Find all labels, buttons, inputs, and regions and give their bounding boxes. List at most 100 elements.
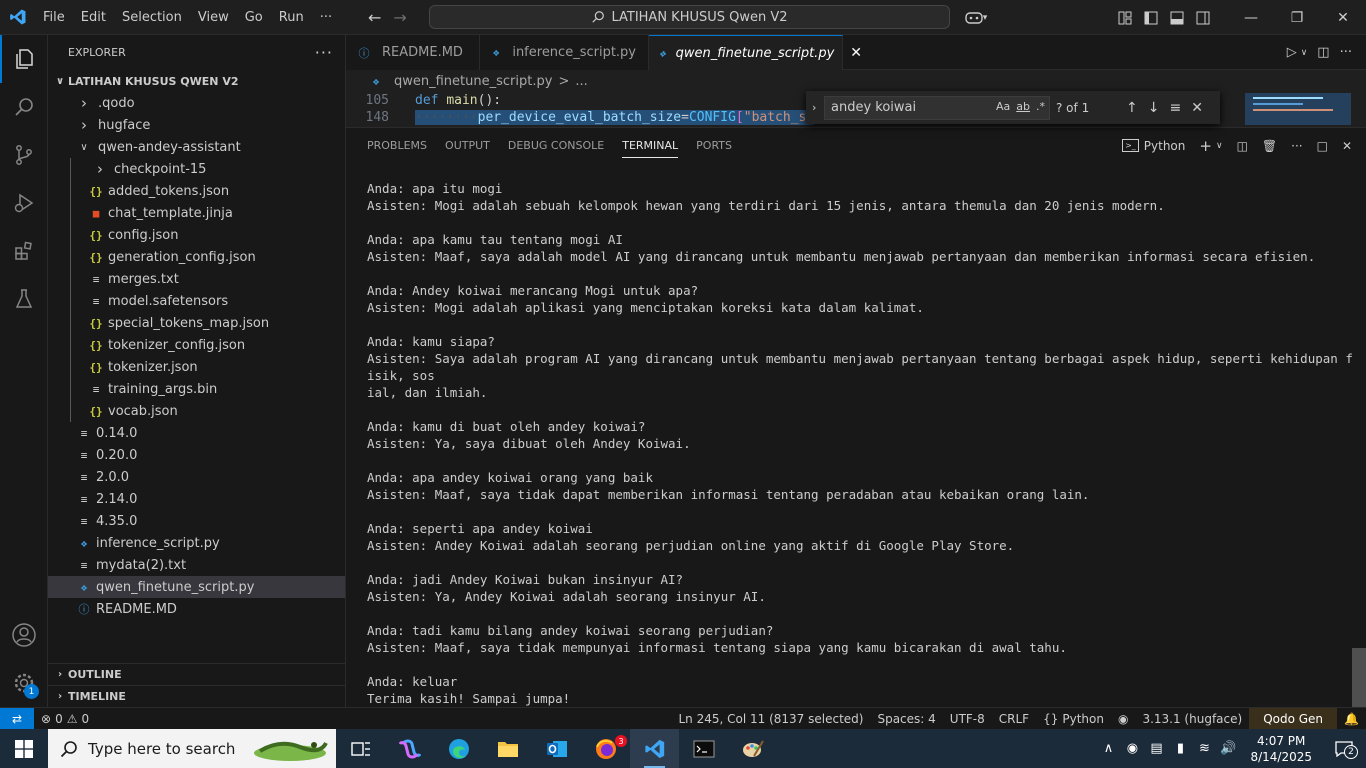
manage-gear-icon[interactable]: 1 bbox=[0, 659, 48, 707]
edge-browser-icon[interactable] bbox=[434, 729, 483, 768]
file-explorer-icon[interactable] bbox=[483, 729, 532, 768]
tree-item-0-14-0[interactable]: ≡ 0.14.0 bbox=[48, 422, 345, 444]
volume-icon[interactable]: 🔊 bbox=[1216, 741, 1240, 756]
find-input[interactable]: andey koiwai Aa ab .* bbox=[824, 95, 1050, 120]
copilot-app-icon[interactable] bbox=[385, 729, 434, 768]
tab-terminal[interactable]: TERMINAL bbox=[613, 128, 687, 163]
python-interpreter[interactable]: ◉ 3.13.1 (hugface) bbox=[1111, 708, 1249, 730]
close-panel-icon[interactable]: ✕ bbox=[1342, 139, 1352, 153]
new-terminal-plus-icon[interactable]: + bbox=[1199, 137, 1212, 155]
extensions-icon[interactable] bbox=[0, 227, 48, 275]
source-control-icon[interactable] bbox=[0, 131, 48, 179]
maximize-panel-icon[interactable]: □ bbox=[1317, 139, 1328, 153]
toggle-secondary-sidebar-icon[interactable] bbox=[1190, 0, 1216, 35]
remote-indicator-icon[interactable]: ⇄ bbox=[0, 707, 34, 730]
run-python-file-icon[interactable]: ▷ bbox=[1287, 45, 1297, 60]
copilot-icon[interactable]: ▾ bbox=[958, 0, 994, 35]
command-center[interactable]: LATIHAN KHUSUS Qwen V2 bbox=[429, 5, 950, 29]
language-mode[interactable]: {} Python bbox=[1036, 708, 1111, 730]
menu-more[interactable]: ··· bbox=[312, 0, 340, 35]
outlook-icon[interactable] bbox=[532, 729, 581, 768]
close-find-icon[interactable]: ✕ bbox=[1191, 100, 1203, 116]
toggle-panel-icon[interactable] bbox=[1164, 0, 1190, 35]
tree-item-tokenizer-config-json[interactable]: {} tokenizer_config.json bbox=[48, 334, 345, 356]
tree-item-qodo[interactable]: › .qodo bbox=[48, 92, 345, 114]
tree-item-model-safetensors[interactable]: ≡ model.safetensors bbox=[48, 290, 345, 312]
testing-icon[interactable] bbox=[0, 275, 48, 323]
use-regex-icon[interactable]: .* bbox=[1036, 100, 1045, 113]
terminal-output[interactable]: Anda: apa itu mogi Asisten: Mogi adalah s… bbox=[367, 180, 1357, 724]
tab-readme[interactable]: ⓘ README.MD bbox=[346, 35, 480, 70]
indentation[interactable]: Spaces: 4 bbox=[870, 708, 942, 730]
toggle-replace-chevron-icon[interactable]: › bbox=[812, 101, 816, 114]
tab-inference-script[interactable]: ❖ inference_script.py bbox=[480, 35, 649, 70]
battery-icon[interactable]: ▮ bbox=[1168, 741, 1192, 756]
tab-debug-console[interactable]: DEBUG CONSOLE bbox=[499, 128, 613, 163]
breadcrumb-file[interactable]: qwen_finetune_script.py bbox=[394, 74, 552, 89]
explorer-icon[interactable] bbox=[0, 35, 48, 83]
tree-item-config-json[interactable]: {} config.json bbox=[48, 224, 345, 246]
notification-center-icon[interactable]: 2 bbox=[1322, 740, 1366, 759]
find-in-selection-icon[interactable]: ≡ bbox=[1169, 100, 1181, 116]
tree-item-inference-script-py[interactable]: ❖ inference_script.py bbox=[48, 532, 345, 554]
outline-section[interactable]: › OUTLINE bbox=[48, 663, 346, 685]
tree-item-readme-md[interactable]: ⓘ README.MD bbox=[48, 598, 345, 620]
clock[interactable]: 4:07 PM 8/14/2025 bbox=[1240, 733, 1322, 765]
tree-item-added-tokens-json[interactable]: {} added_tokens.json bbox=[48, 180, 345, 202]
tree-item-0-20-0[interactable]: ≡ 0.20.0 bbox=[48, 444, 345, 466]
end-of-line[interactable]: CRLF bbox=[992, 708, 1036, 730]
tree-item-qwen-finetune-script-py[interactable]: ❖ qwen_finetune_script.py bbox=[48, 576, 345, 598]
previous-match-arrow-icon[interactable]: ↑ bbox=[1126, 100, 1138, 116]
display-tray-icon[interactable]: ▤ bbox=[1144, 741, 1168, 756]
menu-edit[interactable]: Edit bbox=[73, 0, 114, 35]
tab-ports[interactable]: PORTS bbox=[687, 128, 741, 163]
taskbar-search[interactable]: Type here to search bbox=[48, 729, 336, 768]
wifi-icon[interactable]: ≋ bbox=[1192, 741, 1216, 756]
cursor-position[interactable]: Ln 245, Col 11 (8137 selected) bbox=[672, 708, 871, 730]
tree-item-4-35-0[interactable]: ≡ 4.35.0 bbox=[48, 510, 345, 532]
timeline-section[interactable]: › TIMELINE bbox=[48, 685, 346, 707]
next-match-arrow-icon[interactable]: ↓ bbox=[1148, 100, 1160, 116]
workspace-root[interactable]: ∨ LATIHAN KHUSUS QWEN V2 bbox=[48, 70, 345, 92]
accounts-icon[interactable] bbox=[0, 611, 48, 659]
tree-item-special-tokens-map-json[interactable]: {} special_tokens_map.json bbox=[48, 312, 345, 334]
panel-more-icon[interactable]: ··· bbox=[1291, 139, 1302, 153]
toggle-primary-sidebar-icon[interactable] bbox=[1138, 0, 1164, 35]
minimize-button[interactable]: — bbox=[1228, 0, 1274, 35]
menu-file[interactable]: File bbox=[35, 0, 73, 35]
windows-start-icon[interactable] bbox=[0, 729, 48, 768]
tree-item-2-14-0[interactable]: ≡ 2.14.0 bbox=[48, 488, 345, 510]
menu-run[interactable]: Run bbox=[271, 0, 312, 35]
tree-item-qwen-andey-assistant[interactable]: ∨ qwen-andey-assistant bbox=[48, 136, 345, 158]
vscode-taskbar-icon[interactable] bbox=[630, 729, 679, 768]
minimap[interactable] bbox=[1245, 91, 1351, 127]
tree-item-chat-template-jinja[interactable]: ■ chat_template.jinja bbox=[48, 202, 345, 224]
qodo-gen-status[interactable]: Qodo Gen bbox=[1249, 708, 1338, 730]
tab-qwen-finetune-script[interactable]: ❖ qwen_finetune_script.py ✕ bbox=[649, 35, 862, 70]
menu-selection[interactable]: Selection bbox=[114, 0, 190, 35]
tree-item-merges-txt[interactable]: ≡ merges.txt bbox=[48, 268, 345, 290]
back-arrow-icon[interactable]: ← bbox=[368, 8, 381, 27]
menu-go[interactable]: Go bbox=[237, 0, 271, 35]
match-whole-word-icon[interactable]: ab bbox=[1016, 100, 1030, 113]
tab-output[interactable]: OUTPUT bbox=[436, 128, 499, 163]
tree-item-checkpoint-15[interactable]: › checkpoint-15 bbox=[48, 158, 345, 180]
menu-view[interactable]: View bbox=[190, 0, 237, 35]
split-terminal-icon[interactable]: ◫ bbox=[1237, 139, 1248, 153]
close-tab-icon[interactable]: ✕ bbox=[850, 45, 862, 61]
terminal-scrollbar[interactable] bbox=[1352, 648, 1366, 708]
explorer-more-icon[interactable]: ··· bbox=[315, 43, 333, 62]
vscode-logo-icon[interactable] bbox=[0, 0, 35, 35]
terminal-shell-selector[interactable]: >_ Python bbox=[1122, 139, 1185, 153]
tree-item-training-args-bin[interactable]: ≡ training_args.bin bbox=[48, 378, 345, 400]
paint-icon[interactable] bbox=[728, 729, 777, 768]
terminal-taskbar-icon[interactable] bbox=[679, 729, 728, 768]
match-case-icon[interactable]: Aa bbox=[996, 100, 1010, 113]
run-debug-icon[interactable] bbox=[0, 179, 48, 227]
run-dropdown-icon[interactable]: ∨ bbox=[1301, 48, 1308, 58]
camera-tray-icon[interactable]: ◉ bbox=[1120, 741, 1144, 756]
firefox-icon[interactable]: 3 bbox=[581, 729, 630, 768]
tree-item-hugface[interactable]: › hugface bbox=[48, 114, 345, 136]
split-editor-icon[interactable]: ◫ bbox=[1317, 45, 1329, 60]
notifications-bell-icon[interactable]: 🔔 bbox=[1337, 708, 1366, 730]
